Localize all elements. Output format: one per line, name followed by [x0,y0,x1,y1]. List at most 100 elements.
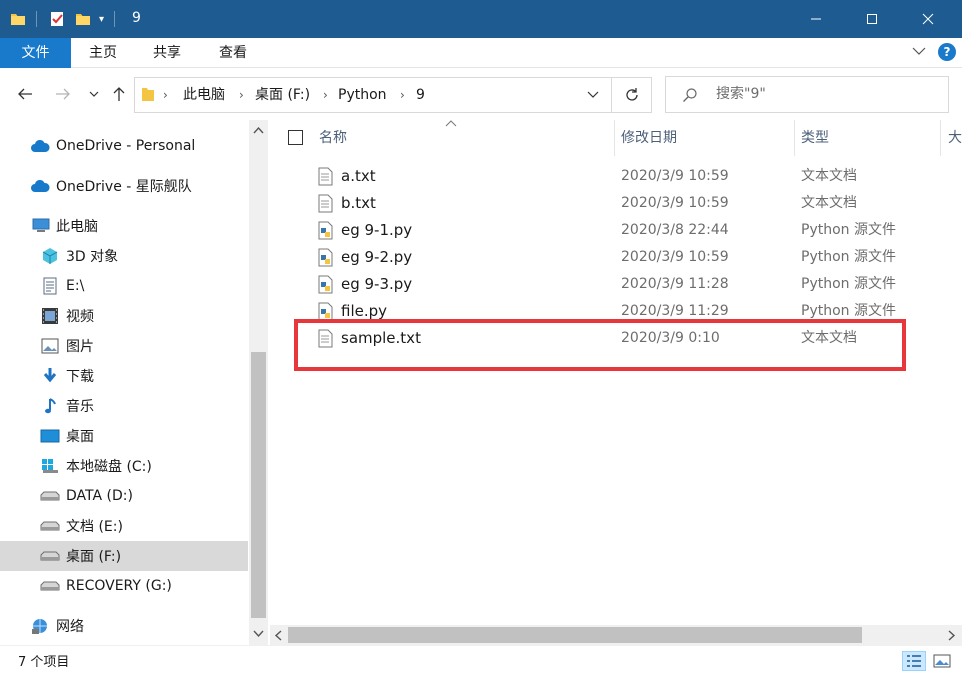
file-name: eg 9-1.py [341,221,413,239]
column-header-name[interactable]: 名称 [319,120,347,156]
new-folder-icon[interactable] [75,11,91,27]
sidebar-item-videos[interactable]: 视频 [0,301,248,331]
sidebar-item-downloads[interactable]: 下载 [0,361,248,391]
sidebar-item-e-drive-root[interactable]: E:\ [0,271,248,301]
sidebar-scrollbar[interactable] [249,120,268,645]
sidebar-item-desktop[interactable]: 桌面 [0,421,248,451]
sidebar-scrollbar-thumb[interactable] [251,352,266,618]
breadcrumb-python[interactable]: Python [338,78,387,112]
up-button[interactable] [108,80,130,108]
file-row[interactable]: eg 9-2.py 2020/3/9 10:59 Python 源文件 [310,244,896,271]
minimize-button[interactable] [792,0,840,38]
text-file-icon [318,329,333,348]
sidebar-item-data-d[interactable]: DATA (D:) [0,481,248,511]
folder-icon [10,11,26,27]
breadcrumb-this-pc[interactable]: 此电脑 [183,78,225,112]
sidebar-item-this-pc[interactable]: 此电脑 [0,211,248,241]
file-date: 2020/3/9 10:59 [621,249,729,265]
column-header-size[interactable]: 大 [948,120,962,156]
windows-drive-icon [40,457,60,475]
python-file-icon [318,302,333,321]
sidebar-item-network[interactable]: 网络 [0,611,248,641]
help-icon[interactable]: ? [938,43,956,61]
forward-button[interactable] [50,80,76,108]
drive-icon [40,577,60,595]
breadcrumb-separator-icon: › [400,88,405,102]
search-input[interactable]: 搜索"9" [665,76,949,113]
sidebar-item-3d-objects[interactable]: 3D 对象 [0,241,248,271]
breadcrumb-separator-icon: › [163,88,168,102]
column-header-date[interactable]: 修改日期 [621,120,677,156]
music-icon [40,397,60,415]
drive-icon [40,517,60,535]
file-date: 2020/3/9 10:59 [621,168,729,184]
quick-access-toolbar: ▾ [10,0,116,38]
file-name: eg 9-3.py [341,275,413,293]
sidebar-item-onedrive-personal[interactable]: OneDrive - Personal [0,131,248,161]
drive-icon [40,547,60,565]
recent-locations-chevron-icon[interactable] [84,80,104,108]
text-file-icon [318,194,333,213]
navigation-pane: OneDrive - Personal OneDrive - 星际舰队 此电脑 … [0,120,248,645]
details-view-button[interactable] [902,651,926,671]
python-file-icon [318,248,333,267]
file-name: sample.txt [341,329,421,347]
tab-home[interactable]: 主页 [80,38,126,68]
file-list: 名称 修改日期 类型 大 a.txt 2020/3/9 10:59 文本文档 b… [270,120,962,625]
back-button[interactable] [12,80,38,108]
scroll-up-chevron-icon[interactable] [253,126,264,134]
file-row[interactable]: file.py 2020/3/9 11:29 Python 源文件 [310,298,896,325]
ribbon: 文件 主页 共享 查看 ? [0,38,962,68]
search-icon [682,87,698,103]
sidebar-item-onedrive-starfleet[interactable]: OneDrive - 星际舰队 [0,171,248,201]
horizontal-scrollbar-thumb[interactable] [288,627,862,643]
breadcrumb-9[interactable]: 9 [416,78,425,112]
drive-icon [40,487,60,505]
column-header-type[interactable]: 类型 [801,120,829,156]
sidebar-item-pictures[interactable]: 图片 [0,331,248,361]
text-file-icon [318,167,333,186]
sidebar-item-recovery-g[interactable]: RECOVERY (G:) [0,571,248,601]
scroll-down-chevron-icon[interactable] [253,630,264,638]
properties-icon[interactable] [49,11,65,27]
address-bar[interactable]: › 此电脑 › 桌面 (F:) › Python › 9 [134,77,612,113]
column-divider [940,120,941,156]
file-row[interactable]: sample.txt 2020/3/9 0:10 文本文档 [310,325,890,352]
sidebar-item-documents-e[interactable]: 文档 (E:) [0,511,248,541]
status-bar: 7 个项目 [0,645,962,674]
tab-view[interactable]: 查看 [210,38,256,68]
file-date: 2020/3/9 11:29 [621,303,729,319]
network-icon [30,617,50,635]
address-history-chevron-icon[interactable] [587,91,599,99]
refresh-button[interactable] [612,77,652,113]
tab-share[interactable]: 共享 [144,38,190,68]
file-name: eg 9-2.py [341,248,413,266]
sidebar-item-music[interactable]: 音乐 [0,391,248,421]
document-icon [40,277,60,295]
file-type: Python 源文件 [801,303,896,319]
file-row[interactable]: a.txt 2020/3/9 10:59 文本文档 [310,163,890,190]
tab-file[interactable]: 文件 [0,38,71,68]
breadcrumb-drive-f[interactable]: 桌面 (F:) [255,78,310,112]
sidebar-item-desktop-f[interactable]: 桌面 (F:) [0,541,248,571]
large-icons-view-button[interactable] [930,651,954,671]
file-list-horizontal-scrollbar[interactable] [270,625,962,645]
file-date: 2020/3/9 10:59 [621,195,729,211]
sidebar-item-local-disk-c[interactable]: 本地磁盘 (C:) [0,451,248,481]
scroll-left-chevron-icon[interactable] [274,630,282,641]
file-name: a.txt [341,167,376,185]
select-all-checkbox[interactable] [288,130,303,145]
file-row[interactable]: b.txt 2020/3/9 10:59 文本文档 [310,190,890,217]
close-button[interactable] [904,0,952,38]
breadcrumb-separator-icon: › [239,88,244,102]
customize-toolbar-chevron-icon[interactable]: ▾ [99,14,104,25]
file-date: 2020/3/9 0:10 [621,330,720,346]
scroll-right-chevron-icon[interactable] [948,630,956,641]
cloud-icon [30,137,50,155]
expand-ribbon-chevron-icon[interactable] [912,46,926,56]
column-divider [614,120,615,156]
file-type: 文本文档 [801,168,857,184]
maximize-button[interactable] [848,0,896,38]
file-row[interactable]: eg 9-1.py 2020/3/8 22:44 Python 源文件 [310,217,896,244]
file-row[interactable]: eg 9-3.py 2020/3/9 11:28 Python 源文件 [310,271,896,298]
